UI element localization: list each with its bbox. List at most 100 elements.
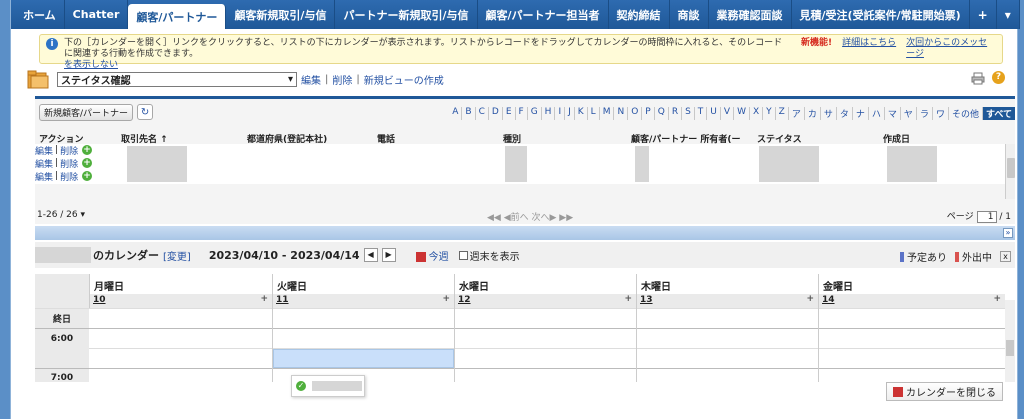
add-icon[interactable]: + bbox=[82, 171, 93, 181]
alpha-filter-link[interactable]: G bbox=[528, 107, 542, 120]
print-icon[interactable] bbox=[971, 72, 985, 85]
alpha-filter-link[interactable]: N bbox=[614, 107, 629, 120]
show-weekend-toggle[interactable]: 週末を表示 bbox=[458, 248, 520, 263]
tab-new-partner[interactable]: パートナー新規取引/与信 bbox=[335, 0, 478, 29]
alpha-filter-link[interactable]: サ bbox=[821, 107, 837, 120]
day-date-link[interactable]: 10 + bbox=[89, 294, 272, 308]
new-account-button[interactable]: 新規顧客/パートナー bbox=[39, 103, 134, 121]
refresh-icon[interactable]: ↻ bbox=[137, 104, 154, 120]
tab-accounts[interactable]: 顧客/パートナー bbox=[128, 4, 227, 29]
tab-quotes[interactable]: 見積/受注(受託案件/常駐開始票) bbox=[792, 0, 970, 29]
tab-opportunities[interactable]: 商談 bbox=[670, 0, 709, 29]
page-label: ページ bbox=[946, 212, 974, 222]
add-event-icon[interactable]: + bbox=[624, 294, 632, 304]
add-event-icon[interactable]: + bbox=[993, 294, 1001, 304]
close-calendar-label: カレンダーを閉じる bbox=[906, 388, 996, 399]
expand-icon[interactable]: » bbox=[1003, 228, 1013, 238]
alpha-filter-link[interactable]: ア bbox=[789, 107, 805, 120]
scroll-thumb[interactable] bbox=[1007, 158, 1015, 178]
weekend-checkbox[interactable] bbox=[458, 250, 468, 260]
prev-week-button[interactable]: ◀ bbox=[363, 248, 378, 262]
view-select[interactable]: ステイタス確認 ▾ bbox=[57, 71, 297, 87]
add-icon[interactable]: + bbox=[82, 158, 93, 168]
record-count[interactable]: 1-26 / 26 ▾ bbox=[37, 210, 85, 220]
alpha-filter-link[interactable]: マ bbox=[885, 107, 901, 120]
alpha-filter-link[interactable]: K bbox=[575, 107, 588, 120]
edit-link[interactable]: 編集 bbox=[35, 144, 53, 157]
alpha-filter-link[interactable]: カ bbox=[805, 107, 821, 120]
tab-home[interactable]: ホーム bbox=[15, 0, 65, 29]
alpha-filter-link[interactable]: D bbox=[489, 107, 503, 120]
tab-interviews[interactable]: 業務確認面談 bbox=[709, 0, 792, 29]
delete-link[interactable]: 削除 bbox=[60, 170, 78, 183]
tab-chatter[interactable]: Chatter bbox=[65, 0, 129, 29]
edit-link[interactable]: 編集 bbox=[35, 157, 53, 170]
alpha-filter-link[interactable]: その他 bbox=[949, 107, 983, 120]
add-event-icon[interactable]: + bbox=[806, 294, 814, 304]
alpha-filter-link[interactable]: ヤ bbox=[901, 107, 917, 120]
change-owner-link[interactable]: [変更] bbox=[163, 248, 191, 263]
alpha-filter-link[interactable]: J bbox=[565, 107, 575, 120]
calendar-scrollbar[interactable] bbox=[1005, 300, 1015, 382]
alpha-filter-link[interactable]: ハ bbox=[869, 107, 885, 120]
hide-message-link[interactable]: 次回からこのメッセージ bbox=[906, 38, 996, 60]
alpha-filter-link[interactable]: A bbox=[449, 107, 463, 120]
alpha-filter-link[interactable]: ワ bbox=[933, 107, 949, 120]
calendar-title: のカレンダー bbox=[93, 249, 159, 262]
alpha-filter-link[interactable]: M bbox=[600, 107, 615, 120]
alpha-filter-link[interactable]: Z bbox=[776, 107, 789, 120]
alpha-filter-link[interactable]: H bbox=[542, 107, 556, 120]
delete-view-link[interactable]: 削除 bbox=[332, 72, 352, 87]
add-icon[interactable]: + bbox=[82, 145, 93, 155]
alpha-filter-link[interactable]: F bbox=[516, 107, 528, 120]
details-link[interactable]: 詳細はこちら bbox=[842, 38, 896, 49]
close-calendar-button[interactable]: カレンダーを閉じる bbox=[886, 382, 1003, 401]
day-date-link[interactable]: 12 + bbox=[454, 294, 636, 308]
alpha-filter-link[interactable]: V bbox=[721, 107, 735, 120]
drag-record-popup[interactable]: ✓ bbox=[291, 375, 365, 397]
alpha-filter-link[interactable]: B bbox=[462, 107, 476, 120]
alpha-filter-link[interactable]: タ bbox=[837, 107, 853, 120]
tab-contacts[interactable]: 顧客/パートナー担当者 bbox=[478, 0, 609, 29]
alpha-filter-link[interactable]: T bbox=[695, 107, 708, 120]
help-icon[interactable]: ? bbox=[992, 71, 1005, 84]
tab-contracts[interactable]: 契約締結 bbox=[609, 0, 670, 29]
alpha-filter-link[interactable]: ナ bbox=[853, 107, 869, 120]
alpha-filter-link[interactable]: P bbox=[642, 107, 655, 120]
day-date-link[interactable]: 14 + bbox=[818, 294, 1005, 308]
delete-link[interactable]: 削除 bbox=[60, 144, 78, 157]
alpha-filter-link[interactable]: Y bbox=[763, 107, 776, 120]
alpha-filter-link[interactable]: W bbox=[734, 107, 750, 120]
more-tabs-chevron-icon[interactable]: ▾ bbox=[997, 0, 1020, 29]
add-event-icon[interactable]: + bbox=[442, 294, 450, 304]
day-date-link[interactable]: 11 + bbox=[272, 294, 454, 308]
alpha-filter-link[interactable]: U bbox=[707, 107, 721, 120]
edit-view-link[interactable]: 編集 bbox=[301, 72, 321, 87]
alpha-filter-link[interactable]: X bbox=[750, 107, 764, 120]
alpha-filter-link[interactable]: C bbox=[476, 107, 489, 120]
list-scrollbar[interactable] bbox=[1005, 144, 1015, 199]
alpha-filter-link[interactable]: O bbox=[628, 107, 643, 120]
alpha-filter-link[interactable]: L bbox=[588, 107, 600, 120]
add-tab-button[interactable]: + bbox=[970, 0, 997, 29]
alpha-filter-link[interactable]: R bbox=[669, 107, 683, 120]
panel-divider[interactable]: » bbox=[35, 226, 1015, 240]
day-date-link[interactable]: 13 + bbox=[636, 294, 818, 308]
next-week-button[interactable]: ▶ bbox=[381, 248, 396, 262]
page-input[interactable]: 1 bbox=[976, 211, 997, 223]
this-week-link[interactable]: 今週 bbox=[415, 248, 449, 263]
new-view-link[interactable]: 新規ビューの作成 bbox=[364, 72, 444, 87]
close-icon[interactable]: x bbox=[1000, 251, 1011, 262]
edit-link[interactable]: 編集 bbox=[35, 170, 53, 183]
alpha-filter-link[interactable]: I bbox=[555, 107, 566, 120]
alpha-filter-link[interactable]: ラ bbox=[917, 107, 933, 120]
add-event-icon[interactable]: + bbox=[260, 294, 268, 304]
alpha-filter-link[interactable]: すべて bbox=[982, 107, 1015, 120]
alpha-filter-link[interactable]: S bbox=[682, 107, 695, 120]
scroll-thumb[interactable] bbox=[1006, 340, 1014, 356]
tab-new-customer[interactable]: 顧客新規取引/与信 bbox=[226, 0, 336, 29]
delete-link[interactable]: 削除 bbox=[60, 157, 78, 170]
alpha-filter-link[interactable]: E bbox=[503, 107, 516, 120]
alpha-filter-link[interactable]: Q bbox=[655, 107, 669, 120]
time-slot-selected[interactable] bbox=[273, 349, 454, 368]
